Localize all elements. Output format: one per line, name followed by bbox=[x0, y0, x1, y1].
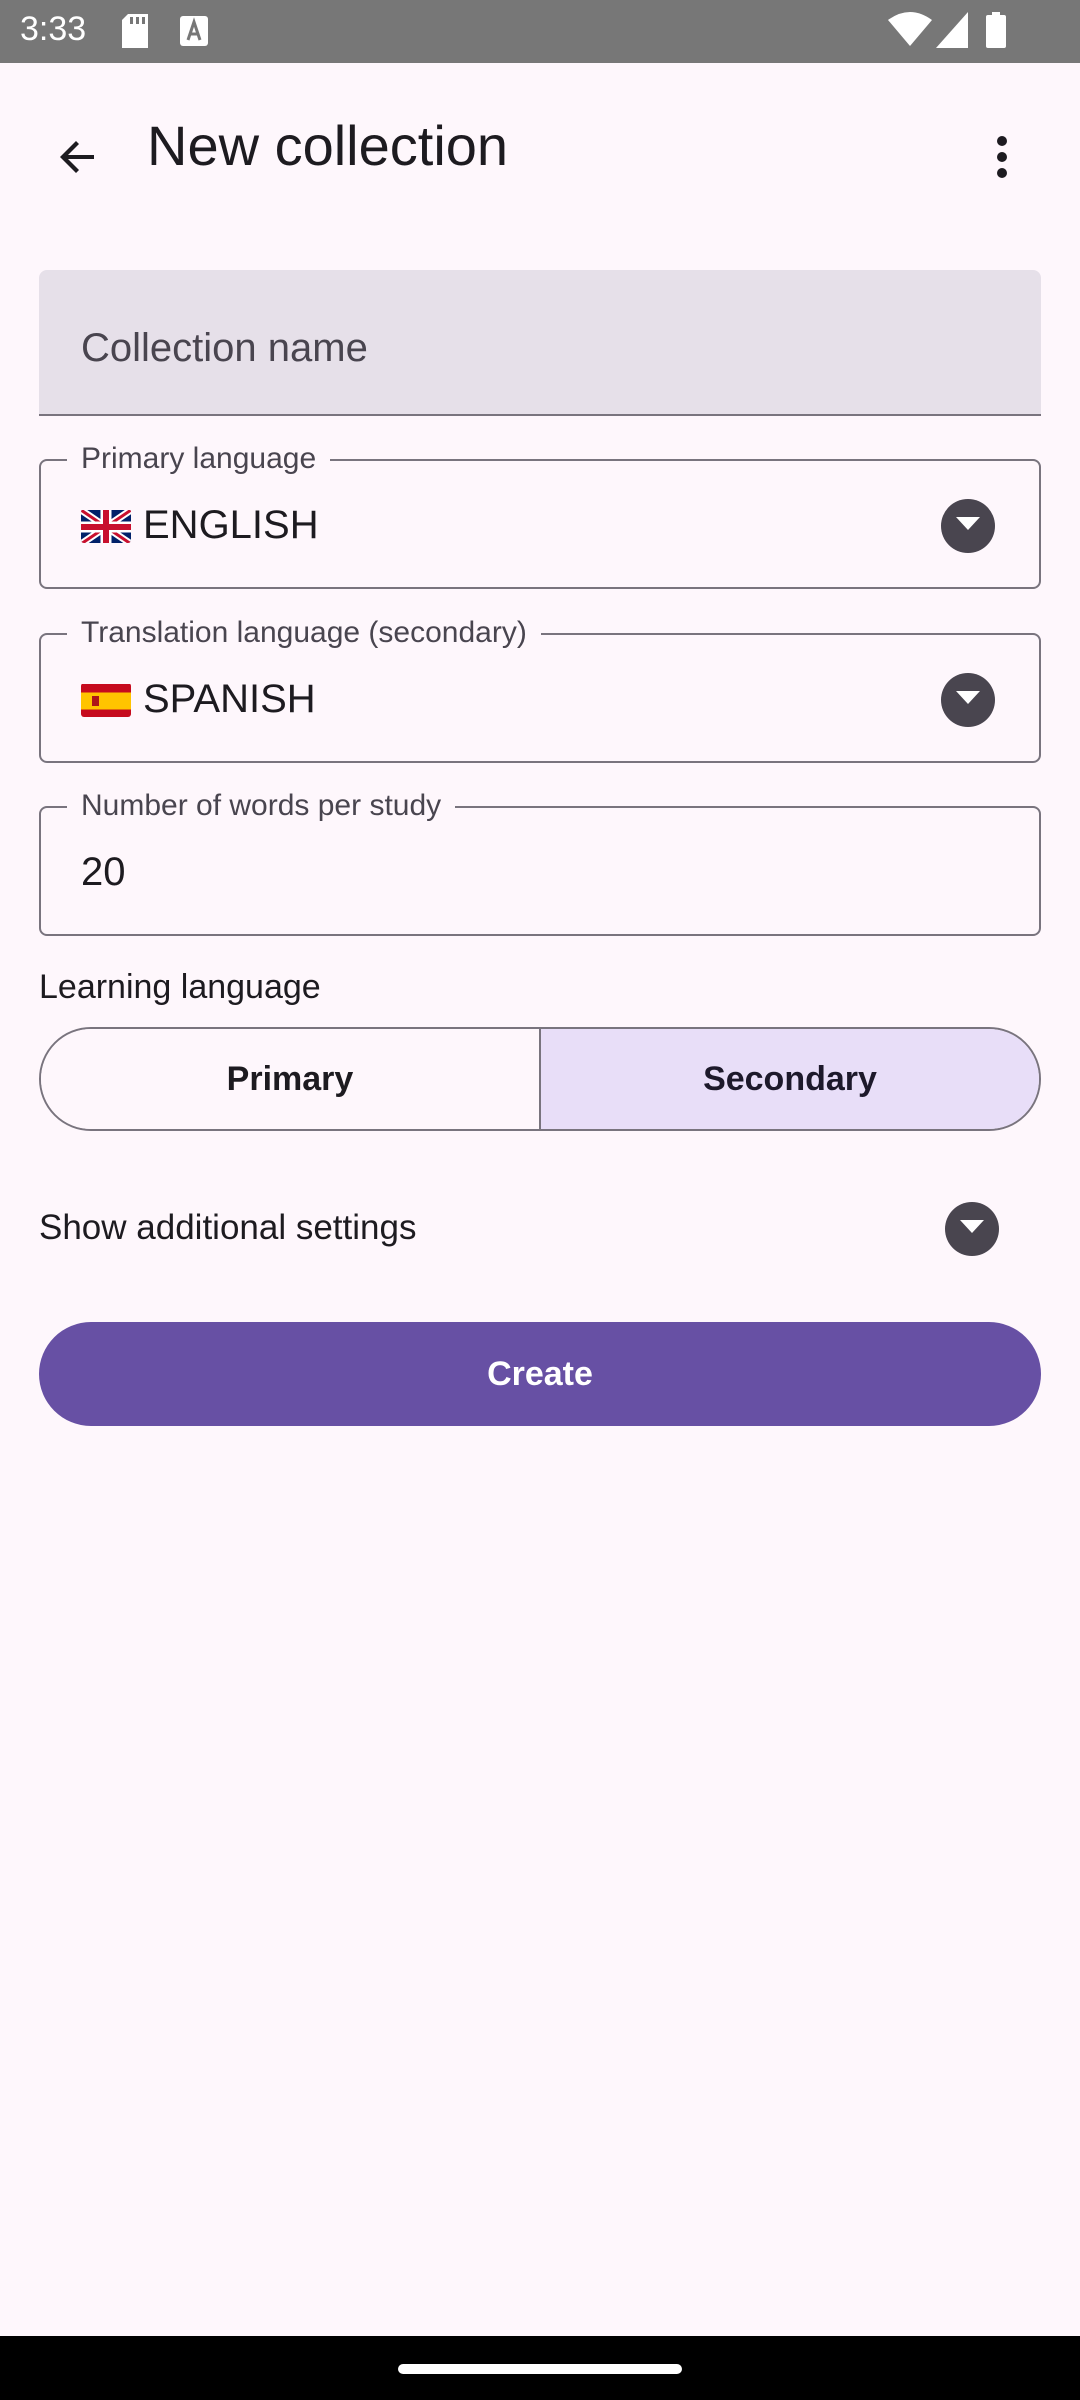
translation-language-label: Translation language (secondary) bbox=[67, 613, 541, 653]
arrow-drop-down-icon bbox=[960, 1219, 984, 1239]
primary-language-dropdown[interactable]: Primary language ENGLISH bbox=[39, 439, 1041, 589]
back-button[interactable] bbox=[38, 119, 118, 199]
battery-icon bbox=[986, 12, 1006, 53]
translation-language-value: SPANISH bbox=[143, 677, 316, 721]
create-button[interactable]: Create bbox=[39, 1322, 1041, 1426]
home-gesture-handle[interactable] bbox=[398, 2364, 682, 2374]
sd-card-icon bbox=[122, 14, 148, 53]
page-title: New collection bbox=[147, 114, 509, 177]
primary-language-label: Primary language bbox=[67, 439, 331, 479]
learning-language-label: Learning language bbox=[39, 968, 321, 1006]
status-bar: 3:33 bbox=[0, 0, 1080, 63]
primary-language-value: ENGLISH bbox=[143, 503, 319, 547]
more-vert-icon bbox=[994, 133, 1010, 186]
wifi-icon bbox=[888, 12, 932, 53]
arrow-drop-down-icon bbox=[956, 690, 980, 710]
arrow-drop-down-icon bbox=[956, 516, 980, 536]
status-time: 3:33 bbox=[20, 10, 87, 48]
navigation-bar bbox=[0, 2336, 1080, 2400]
more-options-button[interactable] bbox=[962, 119, 1042, 199]
segment-secondary[interactable]: Secondary bbox=[541, 1029, 1039, 1129]
additional-settings-row[interactable]: Show additional settings bbox=[39, 1190, 1041, 1270]
spain-flag-icon bbox=[81, 683, 131, 717]
text-a-icon bbox=[180, 14, 208, 53]
additional-settings-label: Show additional settings bbox=[39, 1208, 417, 1247]
collection-name-field[interactable]: Collection name bbox=[39, 270, 1041, 416]
words-per-study-label: Number of words per study bbox=[67, 786, 456, 826]
words-per-study-field[interactable]: Number of words per study 20 bbox=[39, 786, 1041, 936]
signal-icon bbox=[936, 12, 968, 53]
words-per-study-value: 20 bbox=[81, 850, 126, 894]
app-bar: New collection bbox=[0, 63, 1080, 231]
additional-settings-expand-button[interactable] bbox=[945, 1202, 999, 1256]
translation-language-dropdown[interactable]: Translation language (secondary) SPANISH bbox=[39, 613, 1041, 763]
arrow-back-icon bbox=[54, 133, 102, 186]
collection-name-placeholder: Collection name bbox=[81, 326, 368, 370]
segment-primary[interactable]: Primary bbox=[41, 1029, 541, 1129]
learning-language-segmented-control: Primary Secondary bbox=[39, 1027, 1041, 1131]
translation-language-dropdown-button[interactable] bbox=[941, 673, 995, 727]
uk-flag-icon bbox=[81, 508, 131, 543]
primary-language-dropdown-button[interactable] bbox=[941, 499, 995, 553]
